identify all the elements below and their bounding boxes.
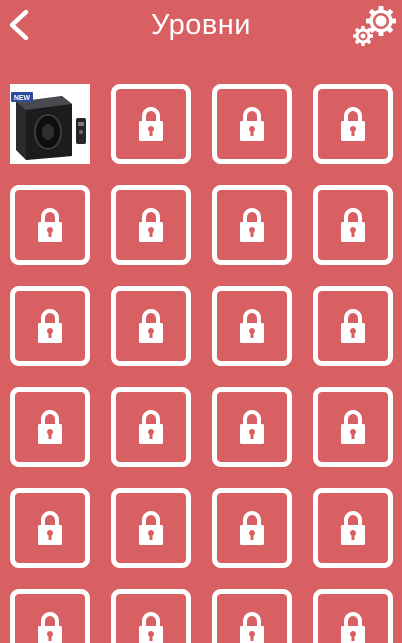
lock-icon — [38, 309, 62, 343]
level-tile-locked[interactable] — [313, 185, 393, 265]
lock-icon — [240, 612, 264, 643]
lock-icon — [139, 511, 163, 545]
level-tile-locked[interactable] — [111, 185, 191, 265]
lock-icon — [240, 511, 264, 545]
level-tile-locked[interactable] — [111, 589, 191, 643]
lock-icon — [139, 208, 163, 242]
header-bar: Уровни — [0, 0, 402, 56]
level-tile-locked[interactable] — [10, 286, 90, 366]
level-tile-locked[interactable] — [212, 286, 292, 366]
lock-icon — [341, 612, 365, 643]
level-tile-locked[interactable] — [313, 286, 393, 366]
level-tile-locked[interactable] — [212, 185, 292, 265]
gears-icon — [353, 6, 396, 46]
level-tile-locked[interactable] — [313, 84, 393, 164]
page-title: Уровни — [151, 9, 251, 41]
lock-icon — [240, 309, 264, 343]
subwoofer-product-image: NEW — [10, 84, 90, 164]
level-tile-locked[interactable] — [10, 387, 90, 467]
lock-icon — [38, 511, 62, 545]
lock-icon — [341, 511, 365, 545]
lock-icon — [38, 208, 62, 242]
lock-icon — [341, 208, 365, 242]
lock-icon — [139, 107, 163, 141]
lock-icon — [341, 107, 365, 141]
levels-screen: NEW Уровни — [0, 0, 402, 643]
level-tile-locked[interactable] — [212, 84, 292, 164]
level-tile-unlocked[interactable]: NEW — [10, 84, 90, 164]
level-tile-locked[interactable] — [313, 488, 393, 568]
lock-icon — [38, 612, 62, 643]
lock-icon — [139, 612, 163, 643]
lock-icon — [38, 410, 62, 444]
level-tile-locked[interactable] — [212, 589, 292, 643]
lock-icon — [341, 410, 365, 444]
level-tile-locked[interactable] — [313, 387, 393, 467]
lock-icon — [139, 410, 163, 444]
lock-icon — [240, 410, 264, 444]
back-button[interactable] — [6, 8, 32, 42]
lock-icon — [341, 309, 365, 343]
level-tile-locked[interactable] — [10, 589, 90, 643]
new-badge-text: NEW — [14, 95, 31, 102]
lock-icon — [139, 309, 163, 343]
level-tile-locked[interactable] — [212, 387, 292, 467]
level-tile-locked[interactable] — [111, 387, 191, 467]
level-tile-locked[interactable] — [111, 488, 191, 568]
lock-icon — [240, 208, 264, 242]
level-tile-locked[interactable] — [10, 488, 90, 568]
level-tile-locked[interactable] — [111, 84, 191, 164]
chevron-left-icon — [9, 9, 29, 41]
settings-button[interactable] — [352, 5, 398, 47]
levels-grid: NEW — [0, 0, 402, 643]
level-tile-locked[interactable] — [212, 488, 292, 568]
level-tile-locked[interactable] — [111, 286, 191, 366]
lock-icon — [240, 107, 264, 141]
level-tile-locked[interactable] — [313, 589, 393, 643]
level-tile-locked[interactable] — [10, 185, 90, 265]
